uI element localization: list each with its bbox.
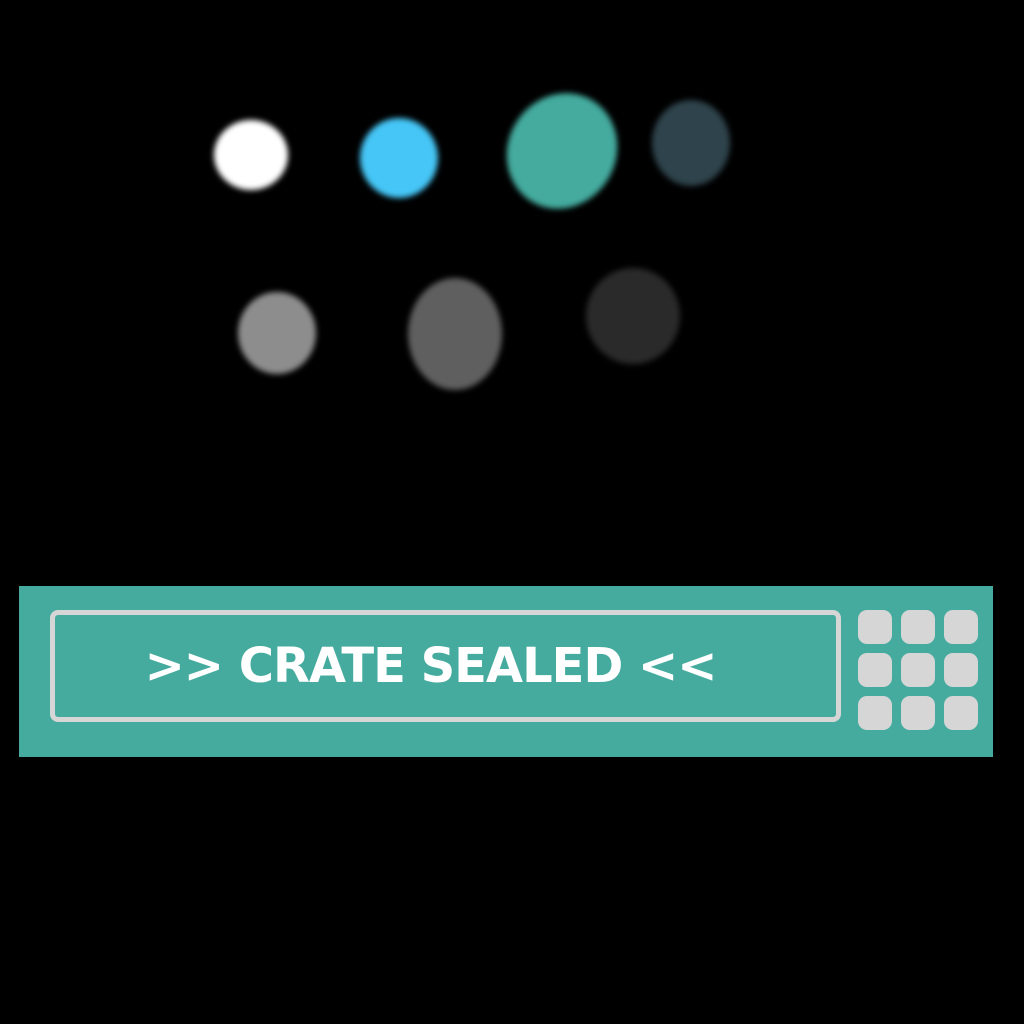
keypad-key[interactable] [901, 696, 935, 730]
light-dim-gray [408, 278, 502, 390]
game-screen: >> CRATE SEALED << [0, 0, 1024, 1024]
status-message: >> CRATE SEALED << [144, 638, 718, 694]
keypad-key[interactable] [901, 653, 935, 687]
light-cyan [360, 118, 438, 198]
light-dark-slate [652, 100, 730, 186]
status-bar: >> CRATE SEALED << [19, 586, 993, 757]
light-teal [485, 72, 639, 230]
keypad-key[interactable] [858, 696, 892, 730]
keypad-key[interactable] [858, 610, 892, 644]
keypad-key[interactable] [944, 610, 978, 644]
status-display: >> CRATE SEALED << [50, 610, 841, 722]
keypad-key[interactable] [944, 653, 978, 687]
light-gray [238, 292, 316, 374]
keypad-key[interactable] [901, 610, 935, 644]
light-charcoal [586, 268, 680, 364]
keypad-key[interactable] [944, 696, 978, 730]
keypad [858, 610, 980, 731]
keypad-key[interactable] [858, 653, 892, 687]
light-white [214, 120, 288, 190]
